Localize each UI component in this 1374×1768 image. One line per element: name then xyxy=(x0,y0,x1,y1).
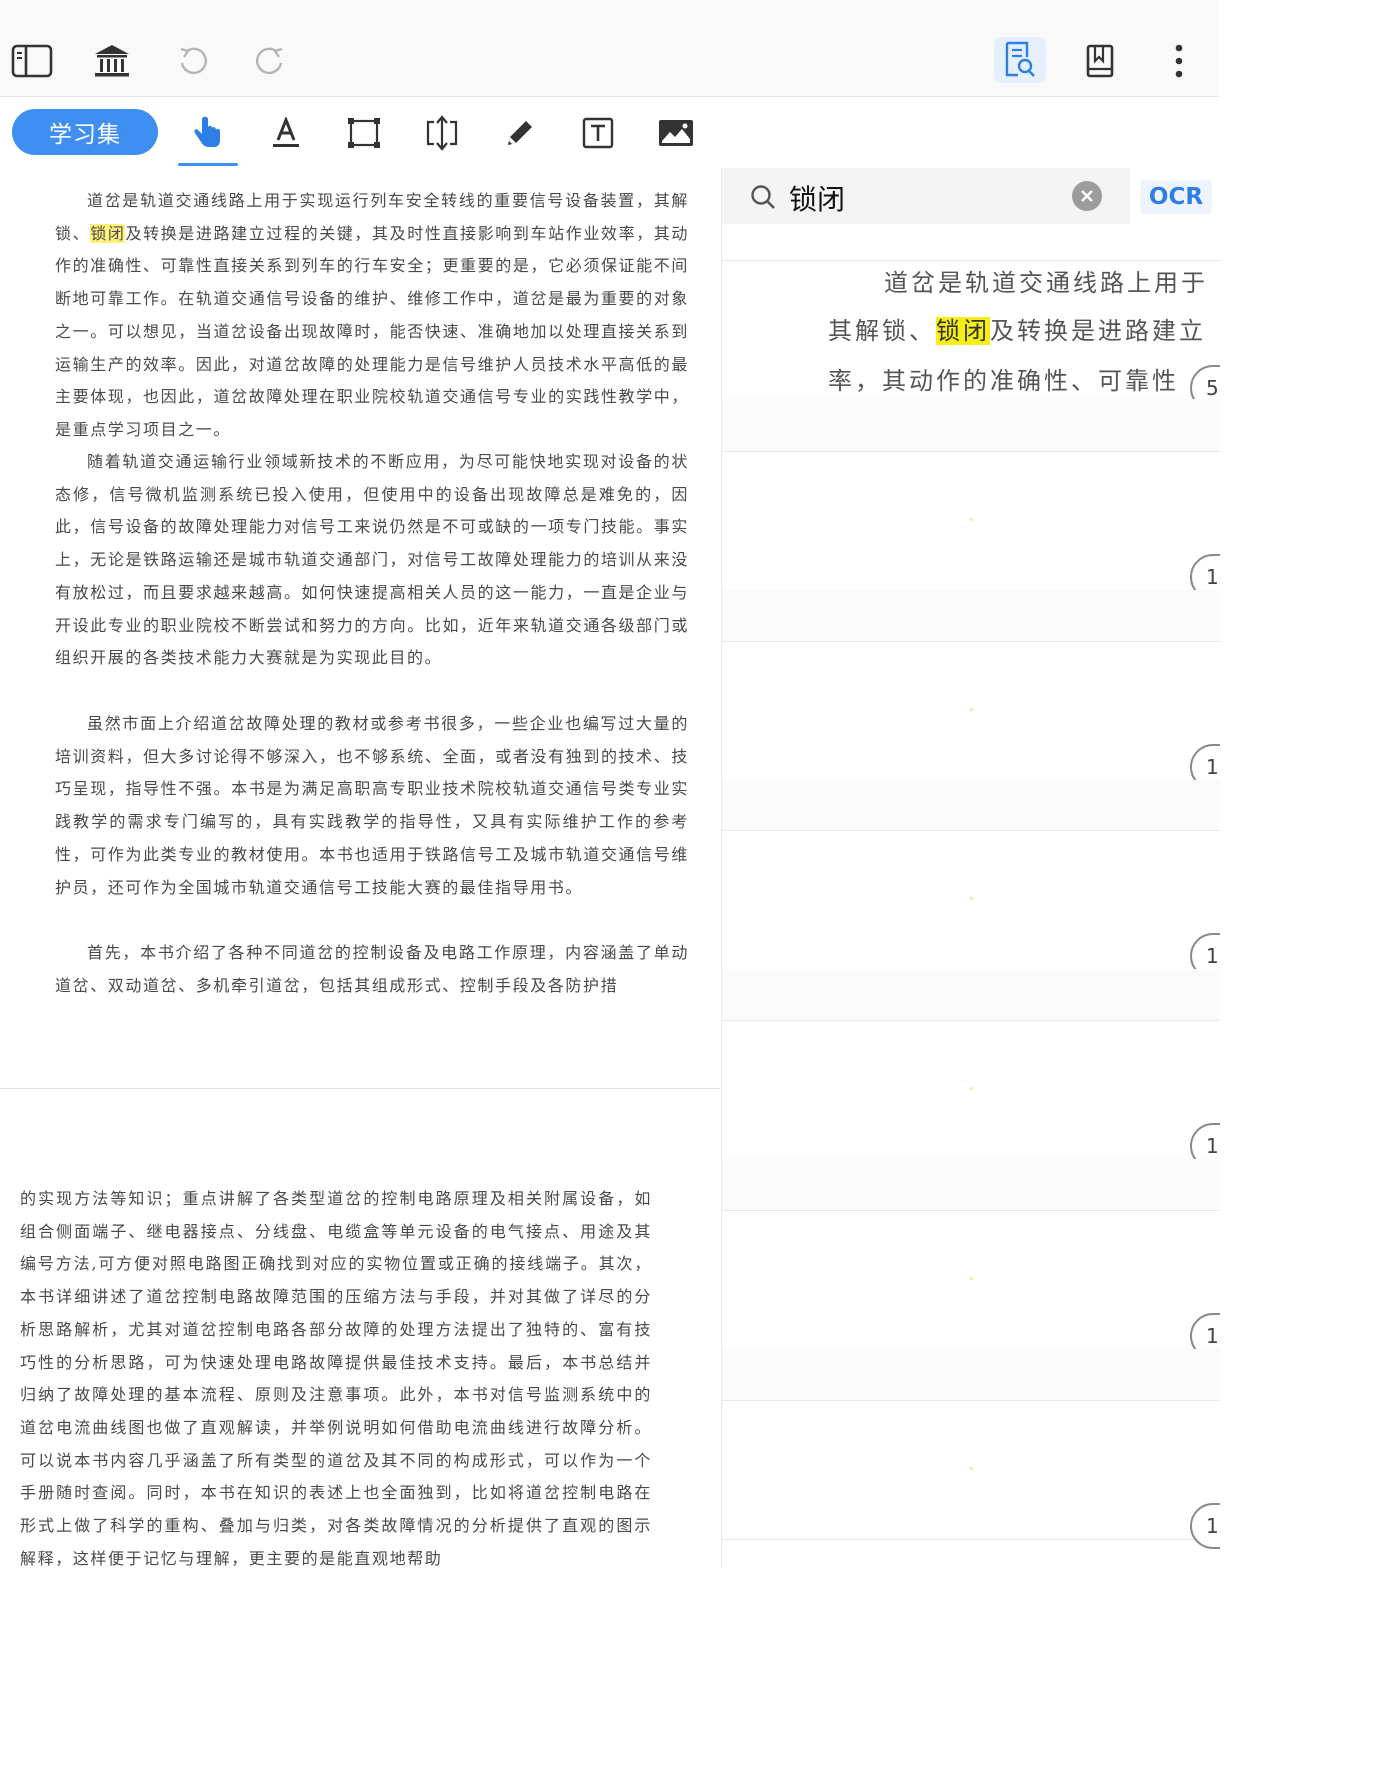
paragraph: 道岔是轨道交通线路上用于实现运行列车安全转线的重要信号设备装置，其解锁、锁闭及转… xyxy=(55,191,690,439)
hand-pointer-icon[interactable] xyxy=(185,111,229,155)
ocr-button[interactable]: OCR xyxy=(1140,180,1212,214)
active-tool-indicator xyxy=(178,163,238,166)
paragraph: 虽然市面上介绍道岔故障处理的教材或参考书很多，一些企业也编写过大量的培训资料，但… xyxy=(55,714,689,897)
more-vertical-icon[interactable] xyxy=(1158,40,1200,82)
document-page[interactable]: 的实现方法等知识；重点讲解了各类型道岔的控制电路原理及相关附属设备，如组合侧面端… xyxy=(0,1089,720,1568)
search-bar[interactable]: 锁闭 xyxy=(722,168,1130,224)
study-collection-button[interactable]: 学习集 xyxy=(12,109,158,155)
library-icon[interactable] xyxy=(91,40,133,82)
redo-icon[interactable] xyxy=(249,40,291,82)
search-result[interactable]: 道岔是轨道交通线路上用于 其解锁、锁闭及转换是进路建立 率，其动作的准确性、可靠… xyxy=(722,260,1220,411)
search-panel: 锁闭 OCR 道岔是轨道交通线路上用于 其解锁、锁闭及转换是进路建立 率，其动作… xyxy=(721,168,1220,1568)
annotation-toolbar: 学习集 xyxy=(0,97,720,169)
rectangle-select-icon[interactable] xyxy=(342,111,386,155)
sidebar-toggle-icon[interactable] xyxy=(11,40,53,82)
text-box-icon[interactable] xyxy=(576,111,620,155)
search-result[interactable]: 13 xyxy=(722,830,1220,979)
image-icon[interactable] xyxy=(654,111,698,155)
paragraph: 的实现方法等知识；重点讲解了各类型道岔的控制电路原理及相关附属设备，如组合侧面端… xyxy=(20,1189,652,1568)
search-icon xyxy=(750,184,776,214)
search-highlight: 锁闭 xyxy=(936,317,990,345)
paragraph: 随着轨道交通运输行业领域新技术的不断应用，为尽可能快地实现对设备的状态修，信号微… xyxy=(55,452,689,668)
paragraph: 首先，本书介绍了各种不同道岔的控制设备及电路工作原理，内容涵盖了单动道岔、双动道… xyxy=(55,943,689,995)
close-icon xyxy=(1081,190,1093,202)
search-result[interactable]: 13 xyxy=(722,451,1220,600)
search-result[interactable]: 13 xyxy=(722,641,1220,790)
resize-icon[interactable] xyxy=(420,111,464,155)
pencil-icon[interactable] xyxy=(498,111,542,155)
document-page[interactable]: 道岔是轨道交通线路上用于实现运行列车安全转线的重要信号设备装置，其解锁、锁闭及转… xyxy=(0,170,720,1088)
search-result[interactable]: 13 xyxy=(722,1400,1220,1549)
search-result[interactable]: 13 xyxy=(722,1020,1220,1169)
search-result[interactable]: 13 xyxy=(722,1210,1220,1359)
search-input[interactable]: 锁闭 xyxy=(789,178,845,218)
clear-search-button[interactable] xyxy=(1072,181,1102,211)
undo-icon[interactable] xyxy=(172,40,214,82)
result-page-number: 13 xyxy=(1190,1503,1220,1549)
result-snippet: 道岔是轨道交通线路上用于 其解锁、锁闭及转换是进路建立 率，其动作的准确性、可靠… xyxy=(828,269,1208,395)
document-search-icon[interactable] xyxy=(994,37,1046,83)
top-toolbar xyxy=(0,0,1219,97)
search-highlight: 锁闭 xyxy=(90,223,126,243)
bookmark-icon[interactable] xyxy=(1079,40,1121,82)
text-highlight-icon[interactable] xyxy=(264,111,308,155)
